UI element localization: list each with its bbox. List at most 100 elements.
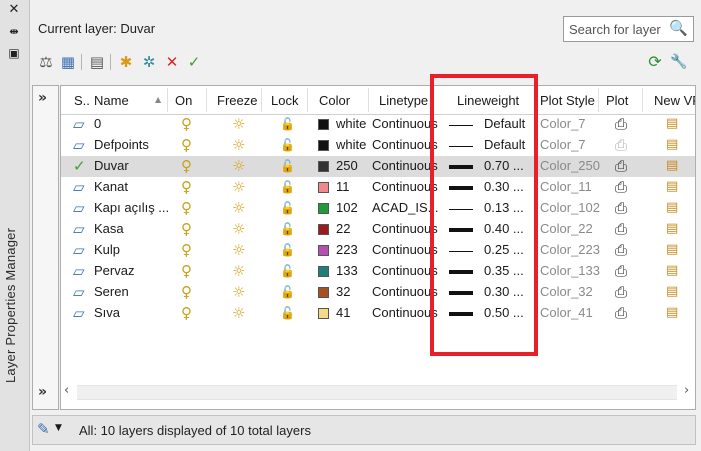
lock-open-icon[interactable]: 🔓 [280,262,295,280]
on-bulb-icon[interactable]: ♀ [181,178,192,196]
new-vp-freeze-icon[interactable]: ▤ [666,262,678,280]
layer-status-icon[interactable]: ▱ [73,241,85,259]
layer-states-manager-icon[interactable]: ▤ [87,52,107,72]
new-property-filter-icon[interactable]: ⚖ [36,52,56,72]
layer-status-icon[interactable]: ▱ [73,304,85,322]
refresh-icon[interactable]: ⟳ [644,51,666,73]
new-vp-freeze-icon[interactable]: ▤ [666,241,678,259]
lock-open-icon[interactable]: 🔓 [280,115,295,133]
new-layer-icon[interactable]: ✱ [116,52,136,72]
color-swatch[interactable] [318,161,329,172]
layer-name[interactable]: Sıva [94,305,120,320]
plot-printer-icon[interactable]: ⎙ [615,304,627,322]
column-name[interactable]: Name [94,93,129,108]
freeze-sun-icon[interactable]: ☼ [232,115,245,133]
new-layer-vp-frozen-icon[interactable]: ✲ [139,52,159,72]
color-swatch[interactable] [318,140,329,151]
lock-open-icon[interactable]: 🔓 [280,136,295,154]
freeze-sun-icon[interactable]: ☼ [232,304,245,322]
column-linetype[interactable]: Linetype [379,93,428,108]
freeze-sun-icon[interactable]: ☼ [232,157,245,175]
color-swatch[interactable] [318,203,329,214]
layer-name[interactable]: Kulp [94,242,120,257]
freeze-sun-icon[interactable]: ☼ [232,199,245,217]
layer-name[interactable]: 0 [94,116,101,131]
scroll-right-icon[interactable]: › [684,383,689,398]
on-bulb-icon[interactable]: ♀ [181,157,192,175]
layer-name[interactable]: Defpoints [94,137,149,152]
plot-printer-icon[interactable]: ⎙ [615,115,627,133]
filter-icon[interactable]: ✎ [37,420,50,438]
layer-status-icon[interactable]: ▱ [73,220,85,238]
column-plot[interactable]: Plot [606,93,628,108]
on-bulb-icon[interactable]: ♀ [181,262,192,280]
new-vp-freeze-icon[interactable]: ▤ [666,136,678,154]
new-vp-freeze-icon[interactable]: ▤ [666,220,678,238]
layer-name[interactable]: Duvar [94,158,129,173]
on-bulb-icon[interactable]: ♀ [181,136,192,154]
layer-list-grid[interactable]: S.. Name ▲ On Freeze Lock Color Linetype… [60,85,696,410]
plot-printer-icon[interactable]: ⎙ [615,157,627,175]
layer-row[interactable]: ▱ Seren ♀ ☼ 🔓 32 Continuous 0.30 ... Color_32 ⎙ ▤ [61,282,695,303]
column-freeze[interactable]: Freeze [217,93,257,108]
color-swatch[interactable] [318,182,329,193]
plot-printer-icon[interactable]: ⎙ [615,199,627,217]
color-value[interactable]: 133 [336,263,358,278]
layer-row[interactable]: ▱ Pervaz ♀ ☼ 🔓 133 Continuous 0.35 ... Color_133… [61,261,695,282]
lock-open-icon[interactable]: 🔓 [280,178,295,196]
freeze-sun-icon[interactable]: ☼ [232,136,245,154]
column-new-vp[interactable]: New VP [654,93,695,108]
plot-printer-icon[interactable]: ⎙ [615,178,627,196]
new-vp-freeze-icon[interactable]: ▤ [666,115,678,133]
freeze-sun-icon[interactable]: ☼ [232,262,245,280]
layer-status-icon[interactable]: ▱ [73,262,85,280]
new-vp-freeze-icon[interactable]: ▤ [666,157,678,175]
column-status[interactable]: S.. [74,93,90,108]
set-current-icon[interactable]: ✓ [184,52,204,72]
on-bulb-icon[interactable]: ♀ [181,199,192,217]
color-value[interactable]: 250 [336,158,358,173]
column-plot-style[interactable]: Plot Style [540,93,595,108]
layer-row[interactable]: ▱ Kasa ♀ ☼ 🔓 22 Continuous 0.40 ... Color_22 ⎙ ▤ [61,219,695,240]
freeze-sun-icon[interactable]: ☼ [232,283,245,301]
layer-name[interactable]: Kanat [94,179,128,194]
lock-open-icon[interactable]: 🔓 [280,220,295,238]
new-vp-freeze-icon[interactable]: ▤ [666,304,678,322]
layer-name[interactable]: Kapı açılış ... [94,200,169,215]
column-color[interactable]: Color [319,93,350,108]
color-value[interactable]: 102 [336,200,358,215]
color-value[interactable]: 11 [336,179,350,194]
color-value[interactable]: white [336,137,366,152]
layer-row[interactable]: ▱ 0 ♀ ☼ 🔓 white Continuous Default Color_7 ⎙ ▤ [61,114,695,135]
layer-name[interactable]: Seren [94,284,129,299]
new-group-filter-icon[interactable]: ▦ [58,52,78,72]
search-input[interactable]: Search for layer 🔍 [563,16,694,42]
color-swatch[interactable] [318,119,329,130]
plot-printer-icon[interactable]: ⎙ [615,220,627,238]
lock-open-icon[interactable]: 🔓 [280,199,295,217]
layer-name[interactable]: Kasa [94,221,124,236]
layer-row[interactable]: ▱ Defpoints ♀ ☼ 🔓 white Continuous Default Color… [61,135,695,156]
chevron-down-icon[interactable]: ▼ [55,423,62,433]
color-swatch[interactable] [318,224,329,235]
scroll-left-icon[interactable]: ‹ [64,383,69,398]
freeze-sun-icon[interactable]: ☼ [232,241,245,259]
color-value[interactable]: 22 [336,221,350,236]
new-vp-freeze-icon[interactable]: ▤ [666,178,678,196]
plot-printer-icon[interactable]: ⎙ [615,241,627,259]
close-icon[interactable]: ✕ [6,2,22,18]
new-vp-freeze-icon[interactable]: ▤ [666,283,678,301]
on-bulb-icon[interactable]: ♀ [181,283,192,301]
color-value[interactable]: 32 [336,284,350,299]
on-bulb-icon[interactable]: ♀ [181,241,192,259]
lock-open-icon[interactable]: 🔓 [280,157,295,175]
layer-name[interactable]: Pervaz [94,263,134,278]
freeze-sun-icon[interactable]: ☼ [232,178,245,196]
lock-open-icon[interactable]: 🔓 [280,283,295,301]
color-swatch[interactable] [318,287,329,298]
on-bulb-icon[interactable]: ♀ [181,115,192,133]
column-on[interactable]: On [175,93,192,108]
color-swatch[interactable] [318,266,329,277]
on-bulb-icon[interactable]: ♀ [181,220,192,238]
on-bulb-icon[interactable]: ♀ [181,304,192,322]
